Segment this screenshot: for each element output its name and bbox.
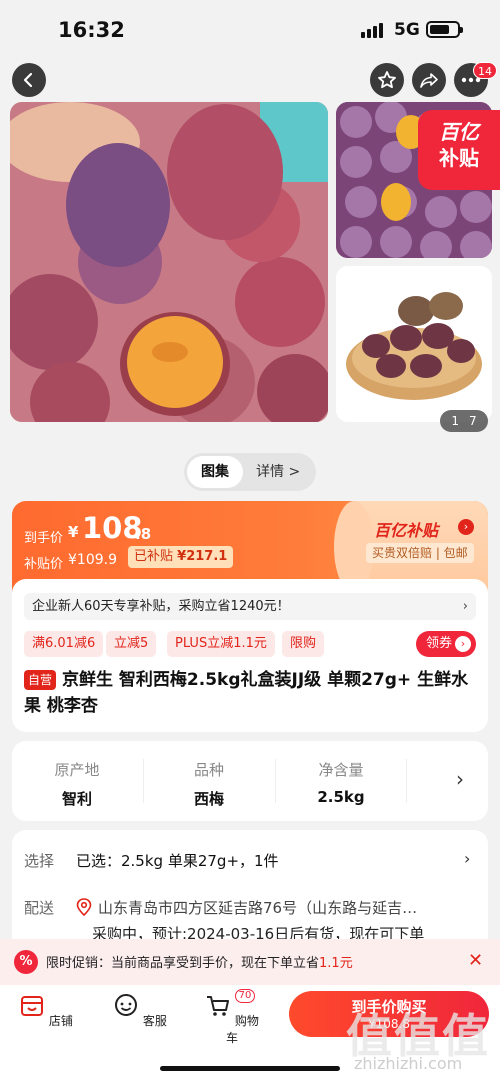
battery-icon (426, 21, 463, 38)
tab-gallery[interactable]: 图集 (187, 456, 243, 488)
tab-details[interactable]: 详情 > (256, 453, 300, 491)
chevron-right-icon: › (462, 599, 468, 614)
get-coupon-button[interactable]: 领券 › (416, 631, 476, 657)
message-badge: 14 (473, 62, 497, 79)
selection-card: 选择 已选：2.5kg 单果27g+，1件 › 配送 山东青岛市四方区延吉路76… (12, 830, 488, 940)
spec-net-weight-value: 2.5kg (317, 788, 365, 806)
spec-net-weight: 净含量 2.5kg (276, 759, 406, 806)
shipping-label: 配送 (24, 899, 55, 917)
selected-variant[interactable]: 已选：2.5kg 单果27g+，1件 (76, 850, 279, 871)
promo-tag-limit[interactable]: 限购 (282, 631, 325, 657)
enterprise-notice[interactable]: 企业新人60天专享补贴，采购立省1240元！ › (24, 593, 476, 620)
subsidy-tag-line1: 百亿 (439, 120, 479, 144)
service-icon (115, 994, 138, 1016)
chevron-right-icon: › (464, 849, 471, 868)
main-product-photo[interactable] (10, 102, 328, 422)
spec-variety: 品种 西梅 (144, 759, 274, 809)
spec-variety-key: 品种 (193, 761, 224, 779)
chevron-right-icon: › (458, 519, 474, 535)
signal-icon (361, 22, 385, 38)
close-icon[interactable]: ✕ (468, 950, 483, 971)
limited-promo-saving: 1.1元 (319, 956, 353, 971)
product-info-card: 企业新人60天专享补贴，采购立省1240元！ › 满6.01减6 立减5 PLU… (12, 579, 488, 732)
plums-bowl-image (336, 266, 492, 422)
spec-net-weight-key: 净含量 (318, 761, 364, 779)
page-current: 1 (451, 414, 459, 428)
favorite-button[interactable] (370, 63, 404, 97)
share-icon (420, 73, 438, 88)
home-indicator (160, 1066, 340, 1071)
billion-subsidy-title[interactable]: 百亿补贴 (374, 517, 438, 541)
status-time: 16:32 (58, 18, 125, 42)
subsidy-price-value: ¥109.9 (68, 552, 117, 568)
product-title: 京鲜生 智利西梅2.5kg礼盒装JJ级 单颗27g+ 生鲜水果 桃李杏 (24, 670, 469, 716)
already-subsidized-label: 已补贴 (134, 549, 174, 564)
billion-subsidy-guarantee: 买贵双倍赔 | 包邮 (366, 543, 474, 563)
promo-tag-plus[interactable]: PLUS立减1.1元 (167, 631, 275, 657)
divider (406, 759, 407, 803)
chevron-right-icon: › (456, 767, 464, 791)
limited-promo-text: 限时促销：当前商品享受到手价，现在下单立省1.1元 (46, 952, 353, 971)
limited-promo-message: 限时促销：当前商品享受到手价，现在下单立省 (46, 956, 320, 971)
cart-icon (207, 996, 230, 1016)
shipping-address[interactable]: 山东青岛市四方区延吉路76号（山东路与延吉… (98, 897, 417, 918)
store-icon (21, 996, 44, 1016)
already-subsidized-value: ¥217.1 (177, 549, 228, 564)
spec-variety-value: 西梅 (193, 790, 224, 808)
network-label: 5G (394, 20, 420, 40)
location-pin-icon (76, 898, 92, 916)
back-button[interactable] (12, 63, 46, 97)
customer-service-button[interactable]: 客服 (110, 993, 170, 1029)
share-button[interactable] (412, 63, 446, 97)
chevron-left-icon (23, 72, 33, 88)
cart-count-badge: 70 (235, 989, 255, 1003)
gallery-tabs: 图集 详情 > (184, 453, 316, 491)
hand-price-integer: 108 (82, 511, 143, 545)
enterprise-notice-text: 企业新人60天专享补贴，采购立省1240元！ (32, 599, 290, 614)
spec-origin-value: 智利 (61, 790, 92, 808)
spec-origin: 原产地 智利 (12, 759, 142, 809)
limited-promo-bar: % 限时促销：当前商品享受到手价，现在下单立省1.1元 ✕ (0, 939, 500, 985)
shop-label: 店铺 (48, 1014, 73, 1028)
shop-button[interactable]: 店铺 (16, 993, 76, 1029)
site-watermark-url: zhizhizhi.com (354, 1054, 463, 1073)
shipping-note: 采购中，预计:2024-03-16日后有货，现在可下单 (92, 925, 425, 940)
plums-image (10, 102, 328, 422)
promo-tag-instant-reduction[interactable]: 立减5 (106, 631, 157, 657)
cart-button[interactable]: 70 购物车 (202, 989, 262, 1046)
subsidy-tag-line2: 补贴 (439, 146, 479, 170)
spec-origin-key: 原产地 (54, 761, 100, 779)
star-icon (378, 71, 396, 89)
hand-price-label: 到手价 (24, 531, 64, 546)
hand-price-currency: ¥ (68, 523, 79, 541)
select-label: 选择 (24, 852, 55, 870)
chevron-right-icon: › (455, 636, 471, 652)
hand-price-decimal: .8 (135, 525, 152, 543)
side-photo-plums-bowl[interactable] (336, 266, 492, 422)
page-total: 7 (469, 414, 477, 428)
subsidy-price-label: 补贴价 (24, 557, 64, 572)
already-subsidized-badge: 已补贴 ¥217.1 (128, 546, 234, 568)
specs-card[interactable]: 原产地 智利 品种 西梅 净含量 2.5kg › (12, 741, 488, 821)
gallery-page-indicator: 1 7 (440, 410, 488, 432)
promo-tag-full-reduction[interactable]: 满6.01减6 (24, 631, 104, 657)
subsidy-tag: 百亿 补贴 (418, 110, 500, 190)
cart-label: 购物车 (225, 1014, 259, 1045)
get-coupon-label: 领券 (426, 636, 453, 651)
service-label: 客服 (142, 1014, 167, 1028)
status-bar: 16:32 5G (0, 0, 500, 60)
discount-icon: % (14, 950, 38, 974)
